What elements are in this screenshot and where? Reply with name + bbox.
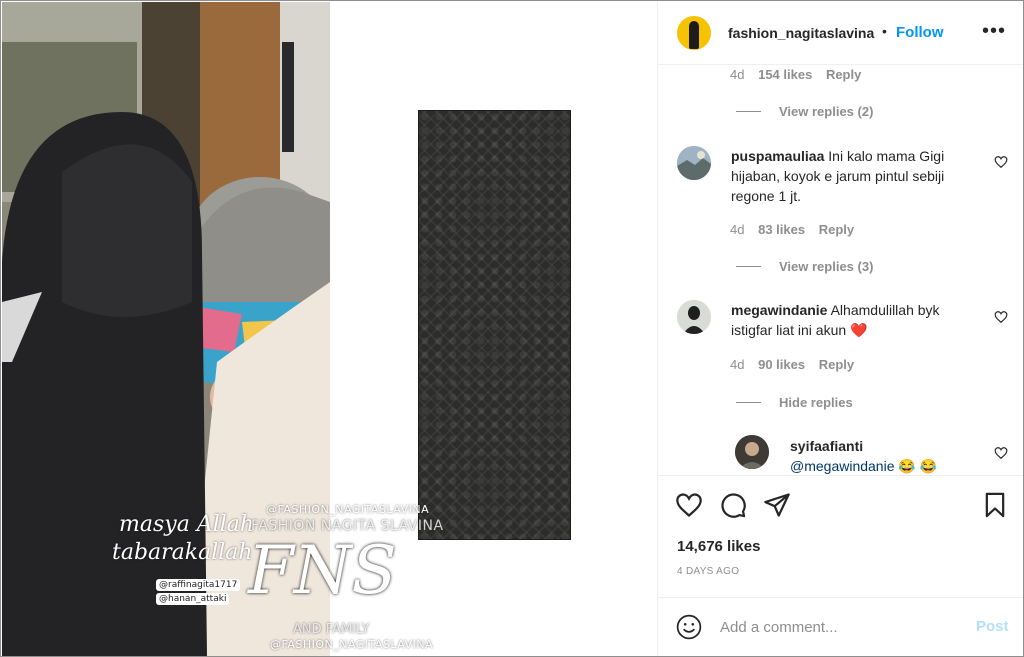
laughing-emoji: 😂 😂	[898, 458, 938, 474]
view-replies-button[interactable]: View replies (2)	[779, 104, 873, 119]
comment-body: megawindanie Alhamdulillah byk istigfar …	[731, 300, 971, 340]
follow-button[interactable]: Follow	[896, 24, 944, 41]
post-side-panel: fashion_nagitaslavina • Follow ••• 4d 15…	[657, 2, 1023, 656]
avatar-image	[677, 300, 711, 334]
post-comment-button[interactable]: Post	[976, 618, 1009, 635]
view-replies-line	[736, 111, 761, 112]
comment-likes[interactable]: 83 likes	[758, 222, 805, 237]
comment-username[interactable]: puspamauliaa	[731, 148, 824, 164]
reply-button[interactable]: Reply	[826, 67, 861, 82]
watermark-script-line1: masya Allah	[119, 512, 255, 537]
add-comment-input[interactable]	[720, 616, 960, 638]
more-options-icon[interactable]: •••	[982, 21, 1006, 46]
post-date[interactable]: 4 DAYS AGO	[677, 566, 739, 577]
view-replies-button[interactable]: View replies (3)	[779, 259, 873, 274]
reply-button[interactable]: Reply	[819, 357, 854, 372]
comments-list[interactable]: 4d 154 likes Reply View replies (2) pusp…	[658, 66, 1023, 476]
instagram-post-modal: masya Allah tabarakallah @raffinagita171…	[0, 0, 1024, 657]
avatar-image	[677, 146, 711, 180]
heart-emoji: ❤️	[850, 322, 868, 338]
comment-age: 4d	[730, 222, 745, 237]
header-separator: •	[882, 23, 887, 39]
emoji-smiley-icon[interactable]	[676, 614, 702, 640]
watermark-family: AND FAMILY	[293, 622, 370, 637]
comment-likes[interactable]: 154 likes	[758, 67, 812, 82]
watermark-tag-hanan: @hanan_attaki	[156, 593, 230, 605]
watermark-handle-bottom: @FASHION_NAGITASLAVINA	[270, 638, 434, 651]
view-replies-line	[736, 266, 761, 267]
hide-replies-button[interactable]: Hide replies	[779, 395, 853, 410]
hide-replies-line	[736, 402, 761, 403]
comment-likes[interactable]: 90 likes	[758, 357, 805, 372]
scarf-image	[418, 110, 571, 540]
comment-age: 4d	[730, 357, 745, 372]
comment-username[interactable]: megawindanie	[731, 302, 827, 318]
like-comment-heart-icon[interactable]	[994, 155, 1008, 169]
comment-meta: 4d 83 likes Reply	[730, 222, 864, 237]
comment-age: 4d	[730, 67, 745, 82]
author-avatar[interactable]	[677, 16, 711, 50]
comment-body: puspamauliaa Ini kalo mama Gigi hijaban,…	[731, 146, 971, 206]
comment-avatar[interactable]	[677, 300, 711, 334]
share-paper-plane-icon[interactable]	[763, 491, 791, 519]
avatar-image	[735, 435, 769, 469]
add-comment-bar: Post	[658, 597, 1023, 656]
comment-bubble-icon[interactable]	[719, 491, 747, 519]
comment-meta: 4d 90 likes Reply	[730, 357, 864, 372]
comment-avatar[interactable]	[677, 146, 711, 180]
like-comment-heart-icon[interactable]	[994, 310, 1008, 324]
reply-avatar[interactable]	[735, 435, 769, 469]
post-header: fashion_nagitaslavina • Follow •••	[658, 2, 1023, 65]
post-media[interactable]: masya Allah tabarakallah @raffinagita171…	[2, 2, 657, 656]
post-likes-count[interactable]: 14,676 likes	[677, 538, 760, 555]
like-reply-heart-icon[interactable]	[994, 446, 1008, 460]
comment-meta: 4d 154 likes Reply	[730, 67, 871, 82]
reply-button[interactable]: Reply	[819, 222, 854, 237]
save-bookmark-icon[interactable]	[981, 491, 1009, 519]
like-heart-icon[interactable]	[675, 491, 703, 519]
watermark-tag-raffinagita: @raffinagita1717	[156, 579, 241, 591]
watermark-monogram: FNS	[248, 532, 397, 609]
watermark-script-line2: tabarakallah	[112, 540, 253, 565]
author-username[interactable]: fashion_nagitaslavina	[728, 25, 874, 41]
reply-username[interactable]: syifaafianti	[790, 438, 863, 454]
reply-body: syifaafianti @megawindanie 😂 😂	[790, 436, 970, 475]
reply-mention[interactable]: @megawindanie	[790, 458, 895, 474]
watermark-handle-top: @FASHION_NAGITASLAVINA	[266, 503, 430, 516]
